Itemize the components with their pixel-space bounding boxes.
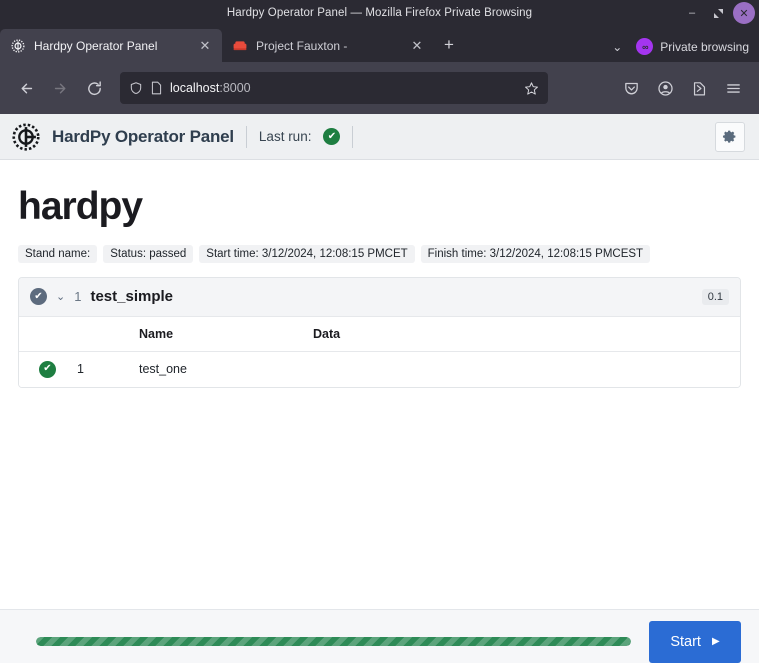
app-footer: Start ▶ [0, 609, 759, 663]
forward-arrow-icon [54, 83, 65, 93]
case-name-cell: test_one [133, 351, 307, 387]
shield-icon [129, 81, 143, 95]
minimize-button[interactable]: – [681, 2, 703, 24]
window-titlebar: Hardpy Operator Panel — Mozilla Firefox … [0, 0, 759, 26]
gear-icon [10, 38, 26, 54]
settings-button[interactable] [715, 121, 745, 152]
test-module-card: ✔ ⌄ 1 test_simple 0.1 Name Data ✔ 1 test… [18, 276, 741, 388]
app-menu-button[interactable] [717, 72, 749, 104]
table-row: ✔ 1 test_one [19, 351, 740, 387]
case-status-badge: ✔ [39, 360, 56, 378]
last-run-label: Last run: [258, 129, 312, 144]
start-button-label: Start [670, 633, 701, 650]
private-mask-icon: ∞ [636, 38, 654, 55]
test-cases-table: Name Data ✔ 1 test_one [19, 316, 740, 387]
new-tab-button[interactable]: + [434, 30, 464, 60]
column-header-data: Data [307, 316, 740, 352]
close-tab-button[interactable]: ✕ [196, 37, 214, 55]
stand-name-heading: hardpy [18, 185, 143, 228]
account-icon [657, 80, 673, 96]
back-button[interactable] [10, 72, 42, 104]
start-button[interactable]: Start ▶ [649, 620, 741, 663]
tab-title: Project Fauxton - [256, 38, 348, 53]
column-header-status [19, 316, 71, 352]
gear-icon [722, 130, 736, 143]
module-index: 1 [74, 289, 82, 305]
tag-status: Status: passed [103, 244, 194, 263]
url-text: localhost:8000 [170, 81, 517, 95]
hardpy-operator-panel: HardPy Operator Panel Last run: ✔ hardpy… [0, 114, 759, 663]
play-arrow-icon: ▶ [711, 636, 720, 647]
extensions-button[interactable] [683, 72, 715, 104]
app-body: hardpy Stand name: Status: passed Start … [0, 160, 759, 609]
restore-icon [713, 8, 723, 18]
last-run-status-badge: ✔ [323, 128, 341, 145]
hardpy-logo-icon [12, 122, 40, 151]
back-arrow-icon [21, 83, 32, 93]
tag-stand-name: Stand name: [18, 244, 98, 263]
bookmark-star-icon[interactable] [524, 81, 539, 96]
browser-tab-hardpy[interactable]: Hardpy Operator Panel ✕ [0, 29, 222, 62]
page-info-icon[interactable] [150, 81, 163, 95]
page-title: HardPy Operator Panel [52, 126, 234, 146]
close-window-button[interactable]: ✕ [733, 2, 755, 24]
module-header[interactable]: ✔ ⌄ 1 test_simple 0.1 [19, 277, 740, 317]
url-port: :8000 [219, 81, 251, 95]
url-host: localhost [170, 81, 220, 95]
case-status-cell: ✔ [19, 351, 71, 387]
test-progress-bar [36, 637, 631, 646]
pocket-icon [624, 82, 638, 94]
case-index-cell: 1 [71, 351, 133, 387]
list-all-tabs-icon[interactable]: ⌄ [606, 40, 628, 54]
extensions-icon [693, 81, 705, 95]
table-header-row: Name Data [19, 316, 740, 352]
browser-navigation-bar: localhost:8000 [0, 62, 759, 114]
account-button[interactable] [649, 72, 681, 104]
close-tab-button[interactable]: ✕ [408, 37, 426, 55]
tag-finish-time: Finish time: 3/12/2024, 12:08:15 PMCEST [420, 244, 651, 263]
pocket-button[interactable] [615, 72, 647, 104]
header-divider-right [352, 125, 354, 148]
forward-button[interactable] [44, 72, 76, 104]
module-status-badge: ✔ [30, 288, 47, 306]
tab-strip: Hardpy Operator Panel ✕ Project Fauxton … [0, 26, 759, 62]
progress-fill [36, 637, 631, 646]
tag-start-time: Start time: 3/12/2024, 12:08:15 PMCET [199, 244, 415, 263]
column-header-index [71, 316, 133, 352]
header-divider-left [245, 125, 247, 148]
private-browsing-label: Private browsing [660, 39, 749, 54]
couchdb-icon [232, 38, 248, 54]
stand-info-tags: Stand name: Status: passed Start time: 3… [18, 244, 741, 263]
private-browsing-badge: ∞ Private browsing [636, 38, 749, 55]
maximize-restore-button[interactable] [707, 2, 729, 24]
case-data-cell [307, 351, 740, 387]
reload-button[interactable] [78, 72, 110, 104]
window-title: Hardpy Operator Panel — Mozilla Firefox … [226, 7, 533, 19]
chevron-down-icon[interactable]: ⌄ [56, 290, 65, 303]
column-header-name: Name [133, 316, 307, 352]
module-name: test_simple [90, 288, 173, 306]
browser-tab-fauxton[interactable]: Project Fauxton - ✕ [222, 29, 434, 62]
tabstrip-right-controls: ⌄ ∞ Private browsing [606, 38, 755, 62]
tab-title: Hardpy Operator Panel [34, 38, 158, 53]
hamburger-menu-icon [726, 83, 740, 93]
navbar-right-controls [615, 72, 749, 104]
window-controls: – ✕ [681, 0, 755, 26]
url-bar[interactable]: localhost:8000 [120, 72, 548, 104]
module-duration-badge: 0.1 [701, 288, 729, 305]
app-header: HardPy Operator Panel Last run: ✔ [0, 114, 759, 160]
reload-icon [87, 80, 101, 95]
